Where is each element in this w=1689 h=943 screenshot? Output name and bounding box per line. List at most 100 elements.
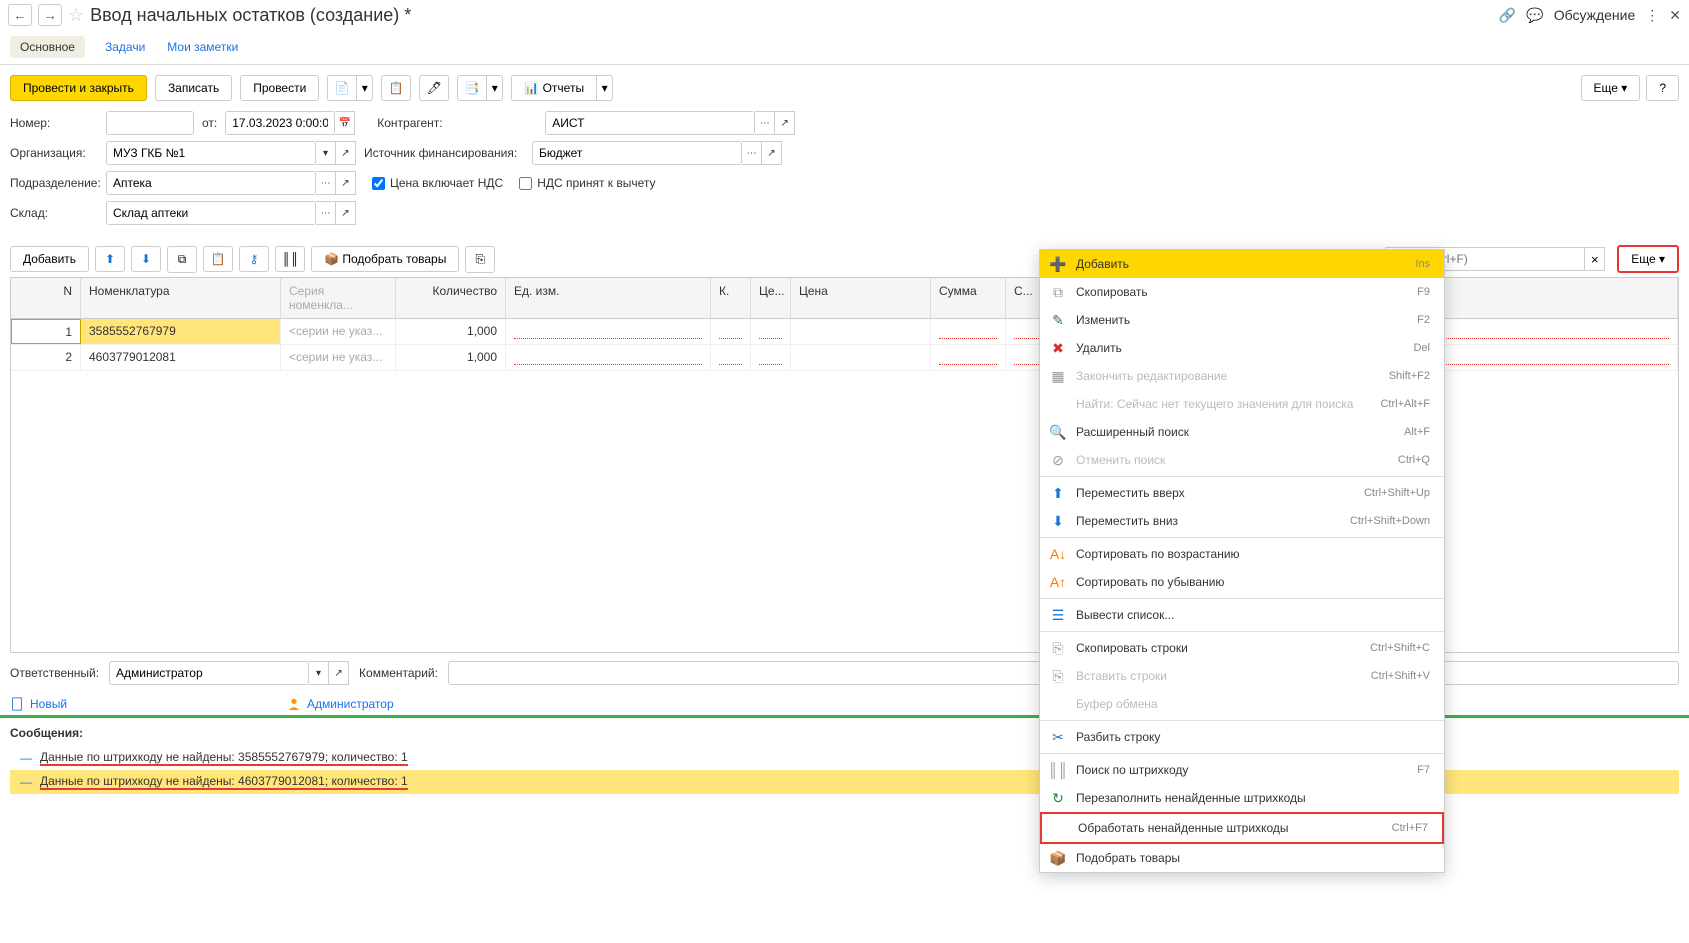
barcode-button[interactable]: ║║ (275, 246, 305, 272)
doc-icon (10, 697, 24, 711)
menu-item[interactable]: ║║Поиск по штрихкодуF7 (1040, 756, 1444, 784)
stock-label: Склад: (10, 206, 98, 220)
dept-pick[interactable]: ⋯ (316, 171, 336, 195)
discuss-link[interactable]: Обсуждение (1554, 7, 1636, 23)
org-open[interactable]: ↗ (336, 141, 356, 165)
stock-pick[interactable]: ⋯ (316, 201, 336, 225)
col-k[interactable]: К. (711, 278, 751, 318)
vat-ded-checkbox[interactable] (519, 177, 532, 190)
number-label: Номер: (10, 116, 98, 130)
menu-item[interactable]: 📦Подобрать товары (1040, 844, 1444, 872)
menu-item[interactable]: A↓Сортировать по возрастанию (1040, 540, 1444, 568)
menu-item[interactable]: ✎ИзменитьF2 (1040, 306, 1444, 334)
col-ser[interactable]: Серия номенкла... (281, 278, 396, 318)
link-icon[interactable]: 🔗 (1499, 7, 1516, 24)
tab-notes[interactable]: Мои заметки (165, 36, 240, 58)
reports-drop[interactable]: ▾ (597, 75, 613, 101)
print-button[interactable]: 📋 (381, 75, 411, 101)
contractor-open[interactable]: ↗ (775, 111, 795, 135)
menu-item[interactable]: ➕ДобавитьIns (1040, 250, 1444, 278)
menu-item[interactable]: ↻Перезаполнить ненайденные штрихкоды (1040, 784, 1444, 812)
copy-drop[interactable]: ▾ (487, 75, 503, 101)
number-input[interactable] (106, 111, 194, 135)
copy-button[interactable]: 📑 (457, 75, 487, 101)
move-up-button[interactable]: ⬆ (95, 246, 125, 272)
fin-input[interactable] (532, 141, 742, 165)
menu-item: ⎘Вставить строкиCtrl+Shift+V (1040, 662, 1444, 690)
share-button[interactable]: ⚷ (239, 246, 269, 272)
reports-button[interactable]: 📊 Отчеты (511, 75, 597, 101)
move-down-button[interactable]: ⬇ (131, 246, 161, 272)
col-pr[interactable]: Це... (751, 278, 791, 318)
menu-item[interactable]: A↑Сортировать по убыванию (1040, 568, 1444, 596)
dept-open[interactable]: ↗ (336, 171, 356, 195)
menu-item[interactable]: ⎘Скопировать строкиCtrl+Shift+C (1040, 634, 1444, 662)
clipboard-button[interactable]: ⎘ (465, 246, 495, 273)
status-new[interactable]: Новый (10, 697, 67, 711)
org-drop[interactable]: ▾ (316, 141, 336, 165)
col-qty[interactable]: Количество (396, 278, 506, 318)
vat-incl-checkbox[interactable] (372, 177, 385, 190)
menu-item[interactable]: 🔍Расширенный поискAlt+F (1040, 418, 1444, 446)
menu-item: ⊘Отменить поискCtrl+Q (1040, 446, 1444, 474)
resp-drop[interactable]: ▾ (309, 661, 329, 685)
nav-forward[interactable]: → (38, 4, 62, 26)
col-price[interactable]: Цена (791, 278, 931, 318)
org-input[interactable] (106, 141, 316, 165)
close-icon[interactable]: ✕ (1669, 7, 1681, 24)
stock-open[interactable]: ↗ (336, 201, 356, 225)
calendar-icon[interactable]: 📅 (335, 111, 355, 135)
doc-action-button[interactable]: 📄 (327, 75, 357, 101)
pick-goods-button[interactable]: 📦 Подобрать товары (311, 246, 459, 272)
vat-incl-label: Цена включает НДС (390, 176, 503, 190)
tab-tasks[interactable]: Задачи (103, 36, 147, 58)
paste-rows-button[interactable]: 📋 (203, 246, 233, 272)
copy-rows-button[interactable]: ⧉ (167, 246, 197, 273)
dept-label: Подразделение: (10, 176, 98, 190)
menu-item[interactable]: ⧉СкопироватьF9 (1040, 278, 1444, 306)
dept-input[interactable] (106, 171, 316, 195)
menu-item[interactable]: Обработать ненайденные штрихкодыCtrl+F7 (1040, 812, 1444, 844)
status-admin[interactable]: Администратор (287, 697, 394, 711)
menu-item[interactable]: ☰Вывести список... (1040, 601, 1444, 629)
col-unit[interactable]: Ед. изм. (506, 278, 711, 318)
fin-pick[interactable]: ⋯ (742, 141, 762, 165)
resp-label: Ответственный: (10, 666, 99, 680)
resp-open[interactable]: ↗ (329, 661, 349, 685)
resp-input[interactable] (109, 661, 309, 685)
vat-ded-label: НДС принят к вычету (537, 176, 655, 190)
submit-button[interactable]: Провести и закрыть (10, 75, 147, 101)
add-button[interactable]: Добавить (10, 246, 89, 272)
more-button-table[interactable]: Еще ▾ (1617, 245, 1679, 273)
col-n[interactable]: N (11, 278, 81, 318)
menu-item[interactable]: ✂Разбить строку (1040, 723, 1444, 751)
doc-action-drop[interactable]: ▾ (357, 75, 373, 101)
contractor-label: Контрагент: (377, 116, 537, 130)
col-sum[interactable]: Сумма (931, 278, 1006, 318)
contractor-input[interactable] (545, 111, 755, 135)
fin-label: Источник финансирования: (364, 146, 524, 160)
stock-input[interactable] (106, 201, 316, 225)
context-menu-more: ➕ДобавитьIns⧉СкопироватьF9✎ИзменитьF2✖Уд… (1039, 249, 1445, 873)
tab-main[interactable]: Основное (10, 36, 85, 58)
more-button-top[interactable]: Еще ▾ (1581, 75, 1641, 101)
save-button[interactable]: Записать (155, 75, 232, 101)
search-clear[interactable]: × (1585, 247, 1605, 271)
attach-button[interactable]: 🖊 (419, 75, 449, 101)
kebab-icon[interactable]: ⋮ (1645, 7, 1659, 24)
star-icon[interactable]: ☆ (68, 5, 84, 26)
fin-open[interactable]: ↗ (762, 141, 782, 165)
discuss-icon[interactable]: 💬 (1526, 7, 1543, 24)
help-button[interactable]: ? (1646, 75, 1679, 101)
from-label: от: (202, 116, 217, 130)
col-nom[interactable]: Номенклатура (81, 278, 281, 318)
menu-item: ▦Закончить редактированиеShift+F2 (1040, 362, 1444, 390)
date-input[interactable] (225, 111, 335, 135)
menu-item[interactable]: ✖УдалитьDel (1040, 334, 1444, 362)
menu-item[interactable]: ⬇Переместить внизCtrl+Shift+Down (1040, 507, 1444, 535)
menu-item[interactable]: ⬆Переместить вверхCtrl+Shift+Up (1040, 479, 1444, 507)
nav-back[interactable]: ← (8, 4, 32, 26)
post-button[interactable]: Провести (240, 75, 319, 101)
contractor-pick[interactable]: ⋯ (755, 111, 775, 135)
menu-item: Найти: Сейчас нет текущего значения для … (1040, 390, 1444, 418)
